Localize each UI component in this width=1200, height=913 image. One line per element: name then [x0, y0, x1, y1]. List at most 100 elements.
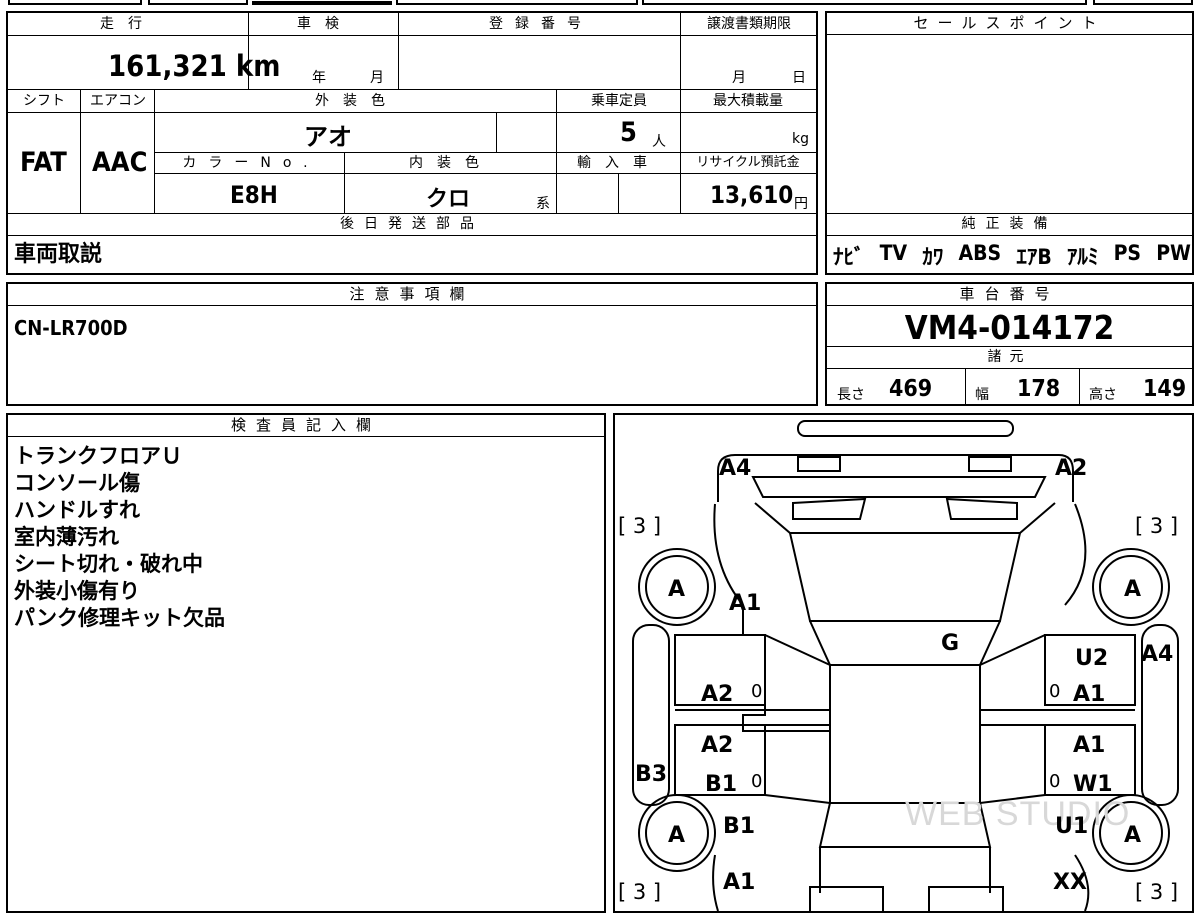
chassis-box: 車台番号 VM4-014172 諸元 長さ 469 幅 178 高さ 149: [825, 282, 1194, 406]
equipment-item: PW: [1156, 241, 1191, 265]
mark-left-rear-door-1: A2: [701, 733, 733, 758]
transfer-month-unit: 月: [732, 70, 746, 86]
mark-right-front-door: A1: [1073, 682, 1105, 707]
shaken-year-unit: 年: [312, 70, 326, 86]
mark-left-front-door: A2: [701, 682, 733, 707]
aircon-header: エアコン: [90, 93, 146, 109]
equipment-header: 純正装備: [961, 216, 1058, 232]
equipment-item: ABS: [958, 241, 1002, 265]
diagram-watermark: WEB STUDIO: [905, 795, 1130, 833]
shaken-month-unit: 月: [370, 70, 384, 86]
width-label: 幅: [975, 387, 989, 403]
remark-line: 外装小傷有り: [14, 579, 140, 603]
bracket-front-left: [ 3 ]: [618, 514, 661, 538]
recycle-header: リサイクル預託金: [696, 155, 800, 170]
remark-line: コンソール傷: [14, 471, 140, 495]
specs-header: 諸元: [987, 349, 1032, 365]
length-value: 469: [889, 376, 933, 402]
mark-windshield: G: [941, 631, 959, 656]
bracket-front-right: [ 3 ]: [1135, 514, 1178, 538]
interior-color-value: クロ: [426, 187, 471, 212]
shift-value: FAT: [20, 147, 67, 178]
transfer-day-unit: 日: [792, 70, 806, 86]
mark-right-rear-fender: U1: [1055, 814, 1088, 839]
shift-header: シフト: [23, 93, 65, 109]
zero-mark: 0: [751, 681, 762, 702]
transfer-deadline-header: 譲渡書類期限: [707, 16, 791, 32]
height-label: 高さ: [1089, 387, 1117, 403]
vehicle-info-table: 走行 車検 登録番号 譲渡書類期限 161,321 km 年 月 月 日 シフト…: [6, 11, 818, 275]
top-edge-strip: [0, 0, 1200, 6]
mark-right-side: A4: [1141, 642, 1173, 667]
equipment-item: ｴｱB: [1016, 245, 1052, 269]
equipment-item: ﾅﾋﾞ: [833, 245, 865, 269]
notes-value: CN-LR700D: [14, 316, 128, 340]
equipment-item: TV: [879, 241, 908, 265]
inspector-remarks: トランクフロアＵ コンソール傷 ハンドルすれ 室内薄汚れ シート切れ・破れ中 外…: [14, 443, 594, 632]
remark-line: パンク修理キット欠品: [14, 606, 226, 630]
interior-color-header: 内装色: [409, 155, 493, 171]
max-load-unit: kg: [792, 131, 809, 147]
tire-rear-left: A: [668, 823, 685, 848]
inspector-header: 検査員記入欄: [8, 415, 604, 437]
height-value: 149: [1143, 376, 1187, 402]
equipment-item: PS: [1113, 241, 1142, 265]
aircon-value: AAC: [92, 147, 148, 178]
remark-line: トランクフロアＵ: [14, 444, 182, 468]
mark-front-left: A4: [719, 456, 751, 481]
zero-mark: 0: [1049, 771, 1060, 792]
mark-right-fender: U2: [1075, 646, 1108, 671]
max-load-header: 最大積載量: [713, 93, 783, 109]
later-parts-value: 車両取説: [14, 242, 103, 267]
interior-color-suffix: 系: [536, 196, 550, 212]
recycle-unit: 円: [794, 196, 808, 212]
notes-header: 注意事項欄: [8, 284, 816, 306]
bracket-rear-right: [ 3 ]: [1135, 880, 1178, 904]
capacity-unit: 人: [652, 134, 666, 150]
mark-left-rear-fender: B1: [723, 814, 755, 839]
later-parts-header: 後日発送部品: [340, 216, 484, 232]
chassis-number: VM4-014172: [904, 308, 1115, 347]
mileage-header: 走行: [100, 16, 156, 32]
mileage-value: 161,321 km: [108, 49, 281, 83]
chassis-header: 車台番号: [827, 284, 1192, 306]
mark-front-right: A2: [1055, 456, 1087, 481]
zero-mark: 0: [751, 771, 762, 792]
capacity-value: 5: [620, 117, 637, 148]
length-label: 長さ: [837, 387, 865, 403]
equipment-item: ｱﾙﾐ: [1066, 245, 1099, 269]
car-diagram: WEB STUDIO A4 A2 [ 3 ] [ 3 ] [ 3 ] [ 3 ]…: [618, 420, 1179, 911]
remark-line: 室内薄汚れ: [14, 525, 119, 549]
mark-right-rear-door-2: W1: [1073, 772, 1113, 797]
sales-point-header: セールスポイント: [827, 13, 1192, 35]
mark-left-rear-door-2: B1: [705, 772, 737, 797]
mark-rear-left: A1: [723, 870, 755, 895]
registration-header: 登録番号: [489, 16, 593, 32]
exterior-color-value: アオ: [304, 123, 352, 151]
exterior-color-header: 外装色: [315, 93, 399, 109]
inspector-box: 検査員記入欄 トランクフロアＵ コンソール傷 ハンドルすれ 室内薄汚れ シート切…: [6, 413, 606, 913]
remark-line: ハンドルすれ: [14, 498, 140, 522]
mark-left-fender: A1: [729, 591, 761, 616]
tire-front-right: A: [1124, 577, 1141, 602]
notes-box: 注意事項欄 CN-LR700D: [6, 282, 818, 406]
zero-mark: 0: [1049, 681, 1060, 702]
color-no-value: E8H: [230, 181, 278, 209]
bracket-rear-left: [ 3 ]: [618, 880, 661, 904]
mark-rear-right: XX: [1053, 870, 1087, 895]
shaken-header: 車検: [297, 16, 353, 32]
capacity-header: 乗車定員: [591, 93, 647, 109]
sales-point-box: セールスポイント 純正装備 ﾅﾋﾞ TV ｶﾜ ABS ｴｱB ｱﾙﾐ PS P…: [825, 11, 1194, 275]
recycle-value: 13,610: [710, 181, 794, 209]
damage-diagram-box: WEB STUDIO A4 A2 [ 3 ] [ 3 ] [ 3 ] [ 3 ]…: [613, 413, 1194, 913]
import-header: 輸入車: [577, 155, 661, 171]
tire-front-left: A: [668, 577, 685, 602]
mark-left-sill: B3: [635, 762, 667, 787]
remark-line: シート切れ・破れ中: [14, 552, 203, 576]
mark-right-rear-door-1: A1: [1073, 733, 1105, 758]
tire-rear-right: A: [1124, 823, 1141, 848]
width-value: 178: [1017, 376, 1061, 402]
color-no-header: カラーNo.: [182, 155, 320, 171]
equipment-list: ﾅﾋﾞ TV ｶﾜ ABS ｴｱB ｱﾙﾐ PS PW: [833, 241, 1191, 271]
equipment-item: ｶﾜ: [922, 245, 944, 269]
